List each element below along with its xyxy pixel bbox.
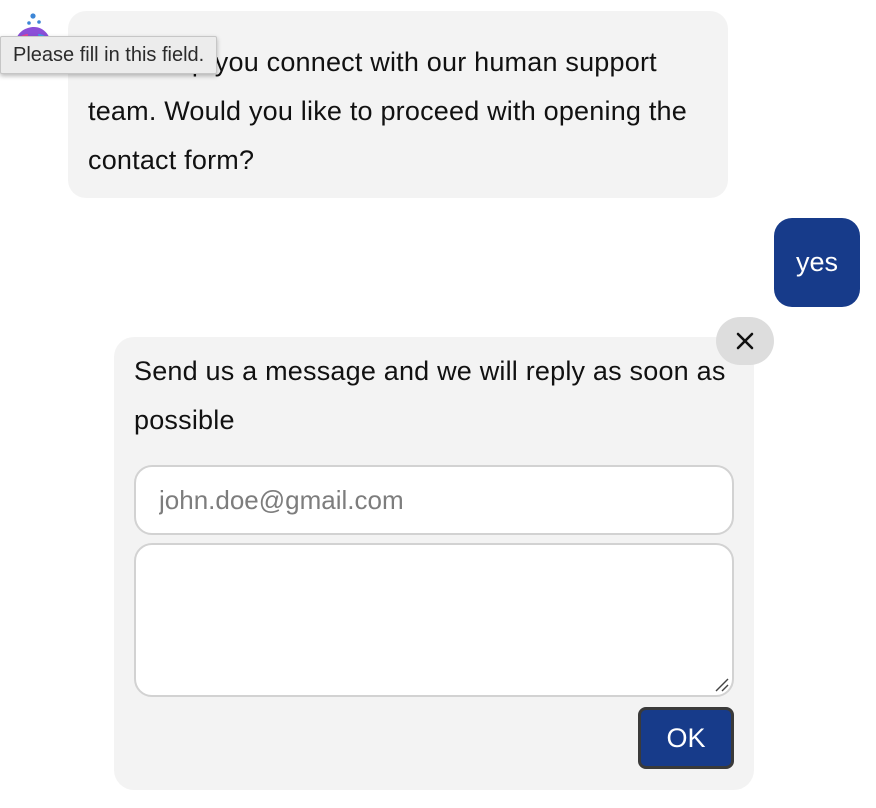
contact-form-intro: Send us a message and we will reply as s… xyxy=(134,356,726,435)
message-textarea[interactable] xyxy=(134,543,734,697)
email-input[interactable] xyxy=(134,465,734,535)
validation-tooltip: Please fill in this field. xyxy=(0,36,218,74)
resize-grip-icon[interactable] xyxy=(714,677,730,693)
user-message-bubble: yes xyxy=(774,218,860,307)
contact-form: Send us a message and we will reply as s… xyxy=(114,337,754,790)
close-form-button[interactable] xyxy=(716,317,774,365)
chat-window: I can help you connect with our human su… xyxy=(0,0,876,808)
close-icon xyxy=(736,332,754,350)
submit-button[interactable]: OK xyxy=(638,707,734,769)
user-message-text: yes xyxy=(795,247,839,277)
